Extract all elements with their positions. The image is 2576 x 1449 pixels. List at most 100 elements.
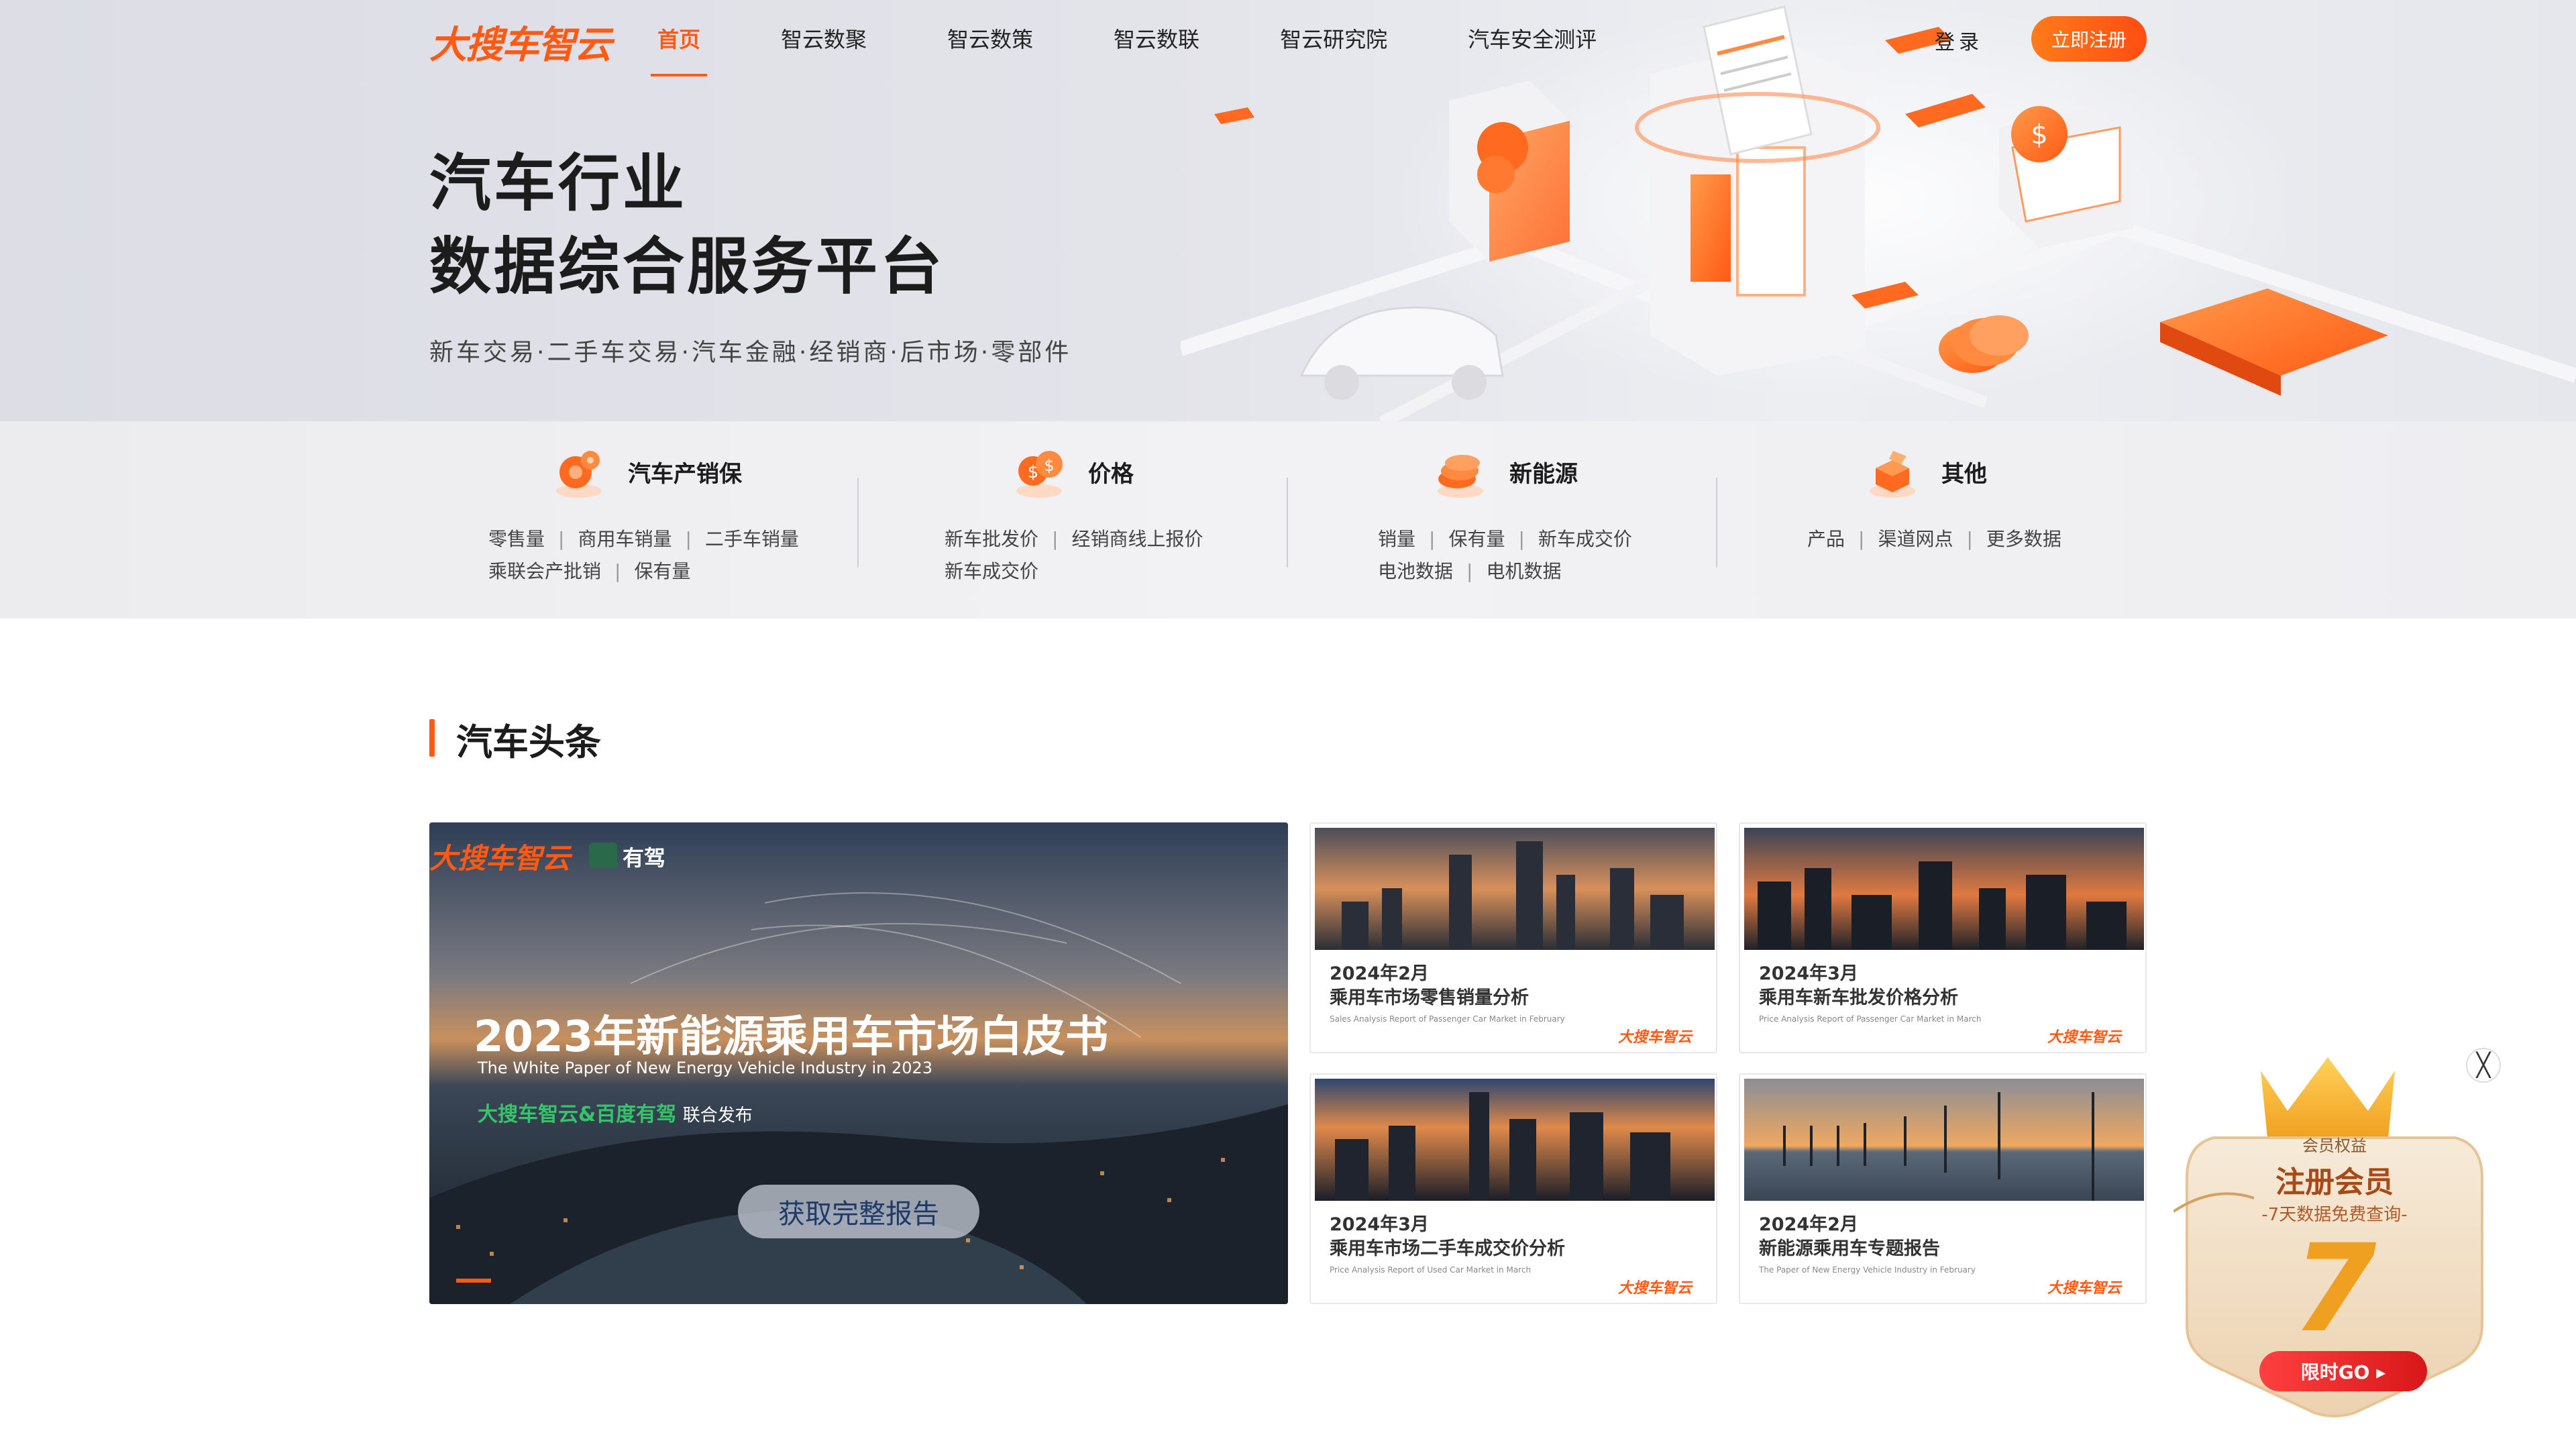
- category-bar: 汽车产销保 零售量 | 商用车销量 | 二手车销量 乘联会产批销 | 保有量 $ $ 价格: [0, 421, 2576, 619]
- featured-publisher-suffix: 联合发布: [682, 1106, 753, 1126]
- separator: |: [1966, 528, 1973, 550]
- link-transaction-price[interactable]: 新车成交价: [945, 560, 1038, 582]
- report-card[interactable]: 2024年3月 乘用车新车批发价格分析 Price Analysis Repor…: [1739, 822, 2147, 1053]
- report-thumbnail: [1315, 1079, 1715, 1201]
- link-nev-sales[interactable]: 销量: [1378, 528, 1415, 550]
- main-nav: 首页 智云数聚 智云数策 智云数联 智云研究院 汽车安全测评: [631, 0, 1650, 76]
- report-brand: 大搜车智云: [2047, 1280, 2121, 1297]
- link-nev-ownership[interactable]: 保有量: [1448, 528, 1505, 550]
- promo-number: 7: [2292, 1219, 2377, 1359]
- category-title: 其他: [1941, 460, 1987, 488]
- report-brand: 大搜车智云: [2047, 1029, 2121, 1046]
- featured-brand2: 有驾: [623, 845, 666, 871]
- report-date: 2024年3月: [1759, 963, 1858, 984]
- featured-report-card[interactable]: 大搜车智云 有驾 2023年新能源乘用车市场白皮书 The White Pape…: [429, 822, 1288, 1304]
- link-retail[interactable]: 零售量: [488, 528, 545, 550]
- report-brand: 大搜车智云: [1617, 1029, 1692, 1046]
- link-commercial-sales[interactable]: 商用车销量: [578, 528, 672, 550]
- category-production-sales: 汽车产销保 零售量 | 商用车销量 | 二手车销量 乘联会产批销 | 保有量: [483, 421, 859, 619]
- report-thumbnail: [1315, 828, 1715, 950]
- divider: [1716, 478, 1717, 568]
- report-thumbnail: [1744, 828, 2144, 950]
- separator: |: [558, 528, 565, 550]
- report-brand: 大搜车智云: [1617, 1280, 1692, 1297]
- featured-publisher-line: 大搜车智云&百度有驾 联合发布: [478, 1097, 753, 1127]
- member-promo-widget[interactable]: 会员权益 注册会员 -7天数据免费查询- 7 限时GO ▸: [2174, 1030, 2496, 1419]
- hero-title-line1: 汽车行业: [429, 148, 688, 219]
- category-new-energy: 新能源 销量 | 保有量 | 新车成交价 电池数据 | 电机数据: [1378, 421, 1713, 619]
- report-subtitle: Price Analysis Report of Passenger Car M…: [1759, 1014, 1982, 1024]
- separator: |: [1429, 528, 1436, 550]
- hero-title: 汽车行业 数据综合服务平台: [429, 142, 945, 309]
- nav-item-data-hub[interactable]: 智云数聚: [754, 0, 894, 76]
- report-title: 乘用车新车批发价格分析: [1759, 987, 1958, 1008]
- carousel-indicator[interactable]: [456, 1279, 491, 1283]
- hero-title-line2: 数据综合服务平台: [429, 231, 945, 303]
- gear-icon: [556, 451, 602, 498]
- featured-subtitle: The White Paper of New Energy Vehicle In…: [478, 1059, 933, 1077]
- separator: |: [1858, 528, 1865, 550]
- separator: |: [1466, 560, 1473, 582]
- divider: [1287, 478, 1288, 568]
- report-title: 乘用车市场二手车成交价分析: [1330, 1238, 1565, 1259]
- link-channel-outlets[interactable]: 渠道网点: [1878, 528, 1953, 550]
- nav-item-data-strategy[interactable]: 智云数策: [920, 0, 1060, 76]
- coin-icon: $ $: [1016, 451, 1063, 498]
- get-report-button[interactable]: 获取完整报告: [738, 1185, 979, 1238]
- report-card[interactable]: 2024年2月 乘用车市场零售销量分析 Sales Analysis Repor…: [1309, 822, 1717, 1053]
- report-subtitle: The Paper of New Energy Vehicle Industry…: [1759, 1265, 1976, 1275]
- nav-item-data-link[interactable]: 智云数联: [1087, 0, 1226, 76]
- separator: |: [685, 528, 692, 550]
- report-subtitle: Price Analysis Report of Used Car Market…: [1330, 1265, 1532, 1275]
- featured-brand1: 大搜车智云: [429, 842, 571, 875]
- report-title-block: 2024年2月 新能源乘用车专题报告: [1759, 1213, 1940, 1261]
- nav-item-research[interactable]: 智云研究院: [1253, 0, 1414, 76]
- hero-subtitle: 新车交易·二手车交易·汽车金融·经销商·后市场·零部件: [429, 339, 1072, 366]
- report-title: 新能源乘用车专题报告: [1759, 1238, 1940, 1259]
- report-title-block: 2024年3月 乘用车新车批发价格分析: [1759, 962, 1958, 1010]
- link-used-car-sales[interactable]: 二手车销量: [705, 528, 799, 550]
- register-button[interactable]: 立即注册: [2031, 16, 2147, 62]
- category-title: 价格: [1088, 460, 1134, 488]
- nav-item-home[interactable]: 首页: [631, 0, 727, 76]
- hero-banner: $ 大搜车智云 首页 智云数聚 智云数策 智云数联 智云研究院 汽车安全测评 登…: [0, 0, 2576, 423]
- link-wholesale-price[interactable]: 新车批发价: [945, 528, 1038, 550]
- report-title-block: 2024年2月 乘用车市场零售销量分析: [1330, 962, 1529, 1010]
- report-date: 2024年2月: [1330, 963, 1429, 984]
- promo-title: 注册会员: [2275, 1165, 2394, 1199]
- link-motor-data[interactable]: 电机数据: [1486, 560, 1561, 582]
- separator: |: [1052, 528, 1059, 550]
- link-ownership[interactable]: 保有量: [634, 560, 690, 582]
- category-price: $ $ 价格 新车批发价 | 经销商线上报价 新车成交价: [939, 421, 1275, 619]
- nav-item-safety-test[interactable]: 汽车安全测评: [1441, 0, 1623, 76]
- login-link[interactable]: 登录: [1935, 25, 1983, 55]
- link-product[interactable]: 产品: [1807, 528, 1845, 550]
- featured-title: 2023年新能源乘用车市场白皮书: [474, 1012, 1109, 1062]
- category-other: 其他 产品 | 渠道网点 | 更多数据: [1805, 421, 2140, 619]
- promo-tag: 会员权益: [2302, 1136, 2367, 1155]
- youjia-logo: [589, 843, 617, 868]
- link-more-data[interactable]: 更多数据: [1986, 528, 2061, 550]
- link-battery-data[interactable]: 电池数据: [1378, 560, 1453, 582]
- link-nev-price[interactable]: 新车成交价: [1538, 528, 1632, 550]
- featured-publisher: 大搜车智云&百度有驾: [478, 1103, 677, 1126]
- separator: |: [614, 560, 621, 582]
- category-title: 新能源: [1509, 460, 1578, 488]
- report-subtitle: Sales Analysis Report of Passenger Car M…: [1330, 1014, 1565, 1024]
- svg-text:$: $: [1044, 456, 1054, 475]
- link-cpca[interactable]: 乘联会产批销: [488, 560, 601, 582]
- link-dealer-quote[interactable]: 经销商线上报价: [1071, 528, 1203, 550]
- report-card[interactable]: 2024年3月 乘用车市场二手车成交价分析 Price Analysis Rep…: [1309, 1073, 1717, 1304]
- report-title: 乘用车市场零售销量分析: [1330, 987, 1529, 1008]
- report-title-block: 2024年3月 乘用车市场二手车成交价分析: [1330, 1213, 1565, 1261]
- report-thumbnail: [1744, 1079, 2144, 1201]
- close-icon[interactable]: ╳: [2466, 1048, 2501, 1083]
- brand-logo[interactable]: 大搜车智云: [429, 15, 612, 69]
- battery-icon: [1438, 455, 1483, 498]
- report-card[interactable]: 2024年2月 新能源乘用车专题报告 The Paper of New Ener…: [1739, 1073, 2147, 1304]
- separator: |: [1518, 528, 1525, 550]
- divider: [857, 478, 859, 568]
- promo-go-button[interactable]: 限时GO ▸: [2259, 1351, 2427, 1391]
- report-date: 2024年3月: [1330, 1214, 1429, 1235]
- svg-text:$: $: [2031, 119, 2047, 150]
